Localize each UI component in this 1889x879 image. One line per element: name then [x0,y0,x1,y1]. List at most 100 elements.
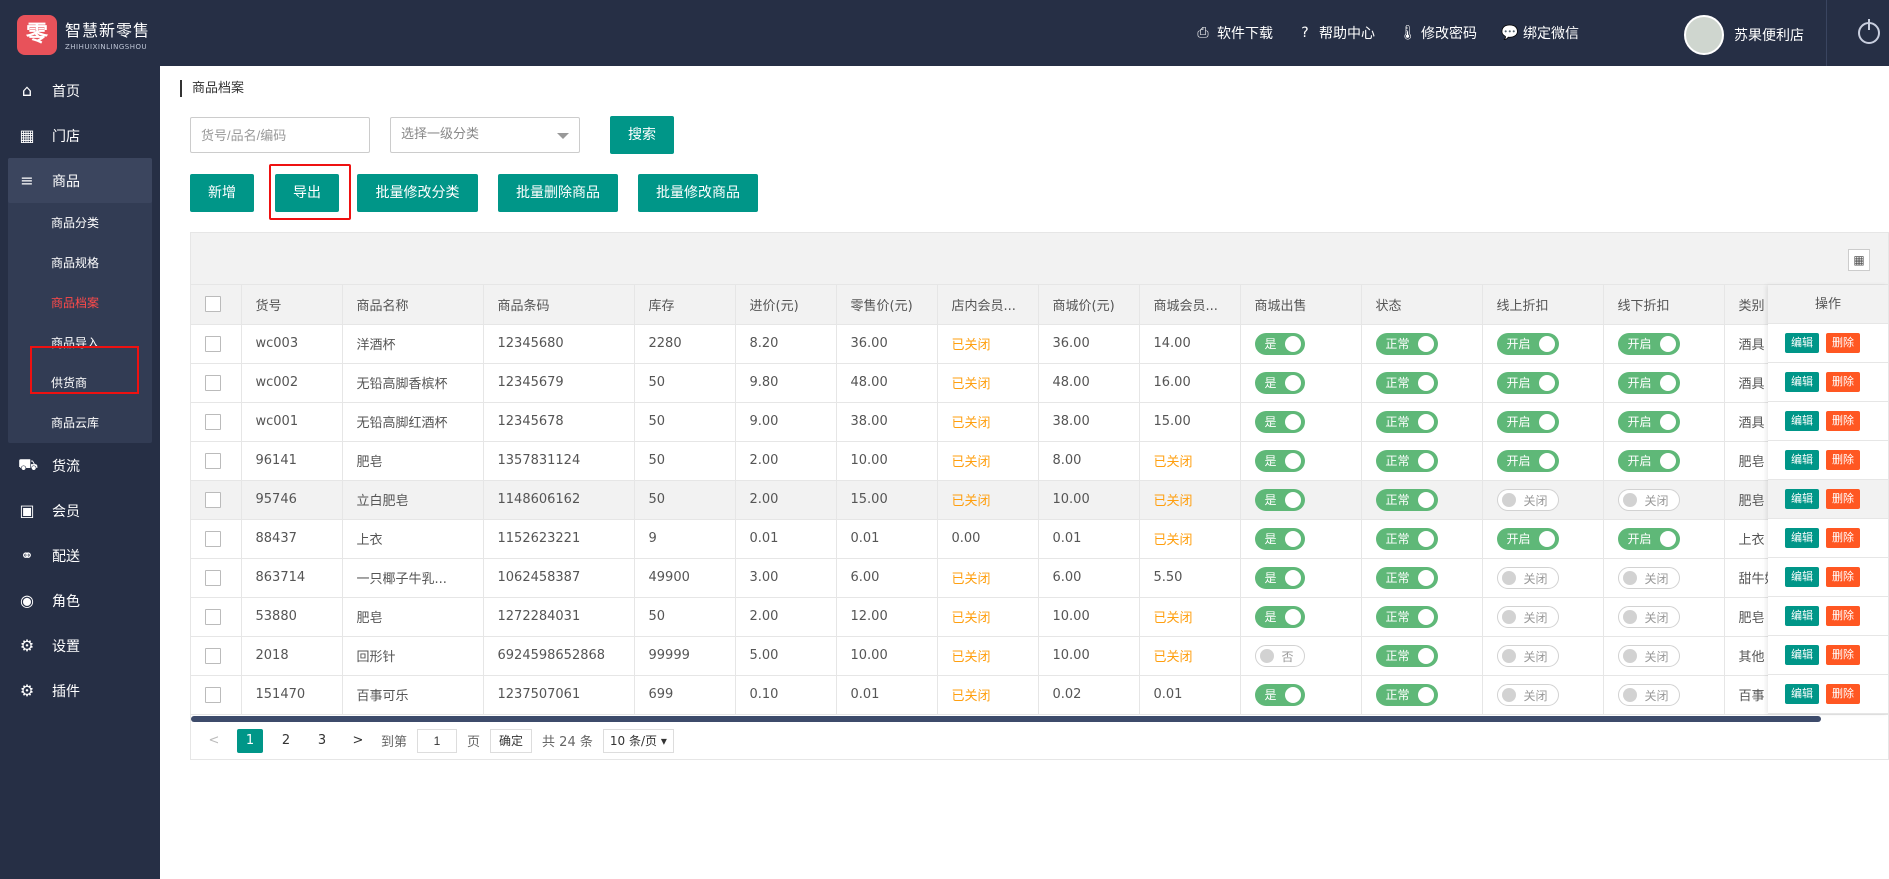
offline-discount-toggle[interactable]: 开启 [1617,410,1680,433]
offline-discount-toggle[interactable]: 关闭 [1617,605,1680,628]
mall-sale-toggle[interactable]: 否 [1254,644,1305,667]
sidebar-item-store[interactable]: ▦ 门店 [0,113,160,158]
add-button[interactable]: 新增 [190,174,254,212]
change-password-link[interactable]: 🌡 修改密码 [1399,23,1477,43]
online-discount-toggle[interactable]: 关闭 [1496,488,1559,511]
online-discount-toggle[interactable]: 开启 [1496,527,1559,550]
edit-button[interactable]: 编辑 [1785,606,1819,626]
help-center-link[interactable]: ? 帮助中心 [1297,23,1375,43]
mall-sale-toggle[interactable]: 是 [1254,371,1305,394]
delete-button[interactable]: 删除 [1826,606,1860,626]
edit-button[interactable]: 编辑 [1785,645,1819,665]
mall-sale-toggle[interactable]: 是 [1254,449,1305,472]
sidebar-item-logistics[interactable]: ⛟ 货流 [0,443,160,488]
edit-button[interactable]: 编辑 [1785,528,1819,548]
offline-discount-toggle[interactable]: 开启 [1617,371,1680,394]
edit-button[interactable]: 编辑 [1785,411,1819,431]
batch-delete-button[interactable]: 批量删除商品 [498,174,618,212]
sidebar-item-goods[interactable]: ≡ 商品 [8,158,152,203]
edit-button[interactable]: 编辑 [1785,489,1819,509]
search-button[interactable]: 搜索 [610,116,674,154]
online-discount-toggle[interactable]: 关闭 [1496,683,1559,706]
mall-sale-toggle[interactable]: 是 [1254,410,1305,433]
online-discount-toggle[interactable]: 开启 [1496,449,1559,472]
column-header[interactable]: 零售价(元) [836,285,938,325]
column-header[interactable]: 库存 [634,285,736,325]
column-header[interactable]: 状态 [1361,285,1483,325]
row-checkbox[interactable] [205,647,221,664]
online-discount-toggle[interactable]: 关闭 [1496,566,1559,589]
delete-button[interactable]: 删除 [1826,411,1860,431]
offline-discount-toggle[interactable]: 开启 [1617,332,1680,355]
delete-button[interactable]: 删除 [1826,450,1860,470]
download-software-link[interactable]: ⎙ 软件下载 [1195,23,1273,43]
delete-button[interactable]: 删除 [1826,645,1860,665]
sidebar-subitem-archive[interactable]: 商品档案 [8,283,152,323]
row-checkbox[interactable] [205,530,221,547]
column-header[interactable]: 商城价(元) [1038,285,1140,325]
columns-icon[interactable]: ▦ [1848,249,1870,271]
status-toggle[interactable]: 正常 [1375,410,1438,433]
row-checkbox[interactable] [205,569,221,586]
row-checkbox[interactable] [205,608,221,625]
page-3[interactable]: 3 [309,729,335,753]
offline-discount-toggle[interactable]: 关闭 [1617,683,1680,706]
edit-button[interactable]: 编辑 [1785,567,1819,587]
offline-discount-toggle[interactable]: 关闭 [1617,488,1680,511]
offline-discount-toggle[interactable]: 开启 [1617,527,1680,550]
page-2[interactable]: 2 [273,729,299,753]
column-header[interactable]: 商品条码 [483,285,635,325]
status-toggle[interactable]: 正常 [1375,644,1438,667]
row-checkbox[interactable] [205,491,221,508]
online-discount-toggle[interactable]: 开启 [1496,410,1559,433]
edit-button[interactable]: 编辑 [1785,450,1819,470]
offline-discount-toggle[interactable]: 开启 [1617,449,1680,472]
sidebar-item-delivery[interactable]: ⚭ 配送 [0,533,160,578]
sidebar-item-home[interactable]: ⌂ 首页 [0,68,160,113]
category-select[interactable]: 选择一级分类 [390,117,580,153]
status-toggle[interactable]: 正常 [1375,683,1438,706]
status-toggle[interactable]: 正常 [1375,371,1438,394]
goto-confirm-button[interactable]: 确定 [490,728,533,753]
column-header[interactable]: 商城出售 [1240,285,1362,325]
sidebar-item-role[interactable]: ◉ 角色 [0,578,160,623]
batch-edit-category-button[interactable]: 批量修改分类 [357,174,478,212]
delete-button[interactable]: 删除 [1826,372,1860,392]
column-header[interactable]: 线上折扣 [1482,285,1604,325]
mall-sale-toggle[interactable]: 是 [1254,683,1305,706]
delete-button[interactable]: 删除 [1826,567,1860,587]
delete-button[interactable]: 删除 [1826,333,1860,353]
column-header[interactable]: 商品名称 [342,285,484,325]
row-checkbox[interactable] [205,452,221,469]
sidebar-subitem-category[interactable]: 商品分类 [8,203,152,243]
status-toggle[interactable]: 正常 [1375,527,1438,550]
online-discount-toggle[interactable]: 开启 [1496,332,1559,355]
delete-button[interactable]: 删除 [1826,489,1860,509]
column-header[interactable]: 货号 [241,285,343,325]
mall-sale-toggle[interactable]: 是 [1254,605,1305,628]
sidebar-item-member[interactable]: ▣ 会员 [0,488,160,533]
goto-page-input[interactable] [417,728,458,753]
search-input[interactable] [190,117,370,153]
next-page-button[interactable]: > [345,729,371,753]
power-icon[interactable] [1858,19,1880,44]
status-toggle[interactable]: 正常 [1375,332,1438,355]
edit-button[interactable]: 编辑 [1785,684,1819,704]
sidebar-item-settings[interactable]: ⚙ 设置 [0,623,160,668]
status-toggle[interactable]: 正常 [1375,449,1438,472]
page-1[interactable]: 1 [237,728,263,753]
column-header[interactable]: 进价(元) [735,285,837,325]
mall-sale-toggle[interactable]: 是 [1254,488,1305,511]
sidebar-item-plugins[interactable]: ⚙ 插件 [0,668,160,713]
mall-sale-toggle[interactable]: 是 [1254,566,1305,589]
user-menu[interactable]: 苏果便利店 [1684,15,1804,55]
page-size-select[interactable]: 10 条/页 ▾ [602,728,674,753]
status-toggle[interactable]: 正常 [1375,605,1438,628]
sidebar-subitem-cloud[interactable]: 商品云库 [8,403,152,443]
row-checkbox[interactable] [205,374,221,391]
row-checkbox[interactable] [205,335,221,352]
mall-sale-toggle[interactable]: 是 [1254,527,1305,550]
delete-button[interactable]: 删除 [1826,684,1860,704]
column-header[interactable]: 店内会员... [937,285,1039,325]
status-toggle[interactable]: 正常 [1375,488,1438,511]
